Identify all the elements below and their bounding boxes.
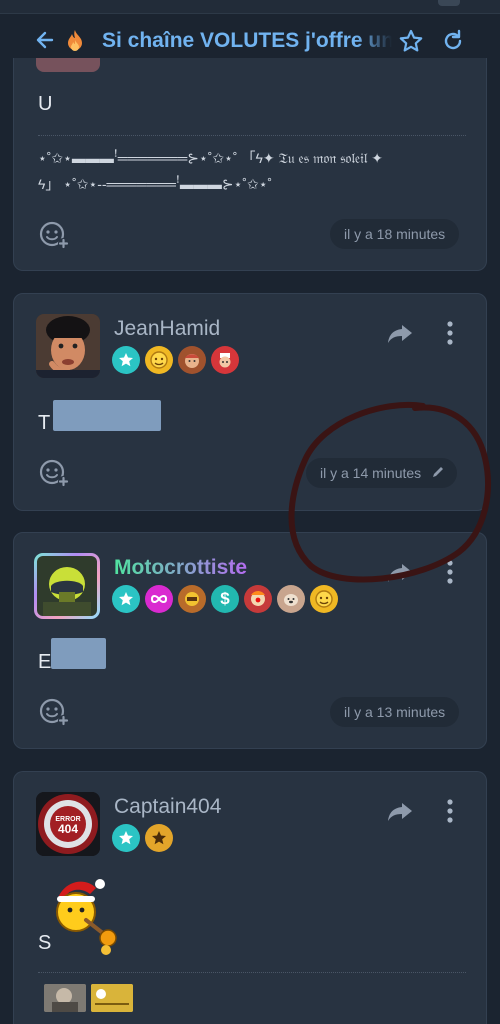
more-options-icon[interactable] <box>444 320 456 346</box>
signature-image <box>44 984 86 1012</box>
timestamp-label: il y a 14 minutes <box>320 465 422 481</box>
badge-list <box>112 346 239 376</box>
screen: Si chaîne VOLUTES j'offre un U ⋆˚✩⋆▬▬▬ꜝ═… <box>0 0 500 1024</box>
more-options-icon[interactable] <box>444 798 456 824</box>
message-card: ERROR 404 Captain404 S <box>13 771 487 1024</box>
gold-face-badge[interactable] <box>178 585 206 613</box>
refresh-icon[interactable] <box>441 28 465 54</box>
share-icon[interactable] <box>386 561 414 585</box>
message-card: U ⋆˚✩⋆▬▬▬ꜝ═══════⊱⋆˚✩⋆˚ 「ϟ✦ 𝔗𝔲 𝔢𝔰 𝔪𝔬𝔫 𝔰𝔬… <box>13 58 487 271</box>
badge-list <box>112 824 173 854</box>
back-arrow-icon[interactable] <box>34 26 56 54</box>
red-face-badge[interactable] <box>211 346 239 374</box>
star-badge[interactable] <box>112 824 140 852</box>
brown-face-badge[interactable] <box>178 346 206 374</box>
add-reaction-icon[interactable] <box>38 458 70 488</box>
message-text: T <box>38 412 51 434</box>
signature-divider <box>38 135 466 136</box>
gold-face-badge[interactable] <box>145 346 173 374</box>
username[interactable]: JeanHamid <box>114 317 220 341</box>
top-strip <box>0 0 500 14</box>
avatar[interactable] <box>36 314 100 378</box>
avatar-text-line: 404 <box>58 822 78 836</box>
share-icon[interactable] <box>386 800 414 824</box>
more-options-icon[interactable] <box>444 559 456 585</box>
signature-line: ϟ」 ⋆˚✩⋆--═══════ꜝ▬▬▬⊱⋆˚✩⋆˚ <box>38 176 273 192</box>
share-icon[interactable] <box>386 322 414 346</box>
message-card: Motocrottiste $ E il y a 13 minutes <box>13 532 487 749</box>
badge-list: $ <box>112 585 338 615</box>
signature-image <box>91 984 133 1012</box>
username[interactable]: Motocrottiste <box>114 556 247 580</box>
avatar[interactable]: ERROR 404 <box>36 792 100 856</box>
edited-pencil-icon <box>431 459 445 489</box>
dog-badge[interactable] <box>277 585 305 613</box>
santa-smiley-sticker <box>50 872 120 958</box>
clown-badge[interactable] <box>244 585 272 613</box>
dollar-badge[interactable]: $ <box>211 585 239 613</box>
yellow-face-badge[interactable] <box>310 585 338 613</box>
page-title: Si chaîne VOLUTES j'offre un <box>102 29 392 52</box>
message-text: S <box>38 932 52 954</box>
star-badge[interactable] <box>112 346 140 374</box>
message-timestamp[interactable]: il y a 14 minutes <box>306 458 458 489</box>
signature-line: ⋆˚✩⋆▬▬▬ꜝ═══════⊱⋆˚✩⋆˚ 「ϟ✦ 𝔗𝔲 𝔢𝔰 𝔪𝔬𝔫 𝔰𝔬𝔩𝔢… <box>38 150 383 166</box>
message-text: U <box>38 93 53 115</box>
star-badge[interactable] <box>112 585 140 613</box>
signature-divider <box>38 972 466 973</box>
favorite-star-icon[interactable] <box>398 28 424 54</box>
message-timestamp[interactable]: il y a 18 minutes <box>330 219 460 249</box>
message-card: JeanHamid T il y a 14 minutes <box>13 293 487 511</box>
message-timestamp[interactable]: il y a 13 minutes <box>330 697 460 727</box>
infinity-badge[interactable] <box>145 585 173 613</box>
gold-star-badge[interactable] <box>145 824 173 852</box>
redacted-content <box>51 638 106 669</box>
add-reaction-icon[interactable] <box>38 697 70 727</box>
add-reaction-icon[interactable] <box>38 220 70 250</box>
message-text: E <box>38 651 52 673</box>
top-strip-handle <box>438 0 460 6</box>
avatar <box>36 58 100 72</box>
flame-icon <box>66 26 84 54</box>
redacted-content <box>53 400 161 431</box>
username[interactable]: Captain404 <box>114 795 221 819</box>
avatar[interactable] <box>34 553 100 619</box>
